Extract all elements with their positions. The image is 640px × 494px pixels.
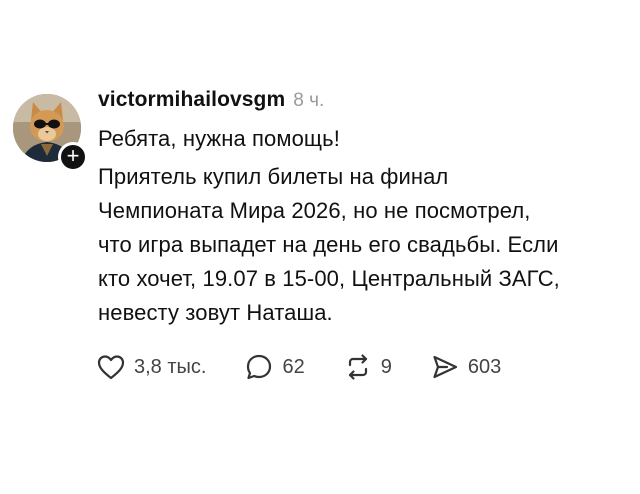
follow-plus-button[interactable]: + bbox=[58, 142, 88, 172]
like-count: 3,8 тыс. bbox=[134, 355, 207, 378]
share-count: 603 bbox=[467, 355, 502, 378]
post: victormihailovsgm 8 ч. Ребята, нужна пом… bbox=[98, 88, 628, 330]
post-timestamp: 8 ч. bbox=[293, 90, 325, 111]
repost-icon bbox=[348, 354, 367, 380]
post-text-line: Приятель купил билеты на финал bbox=[98, 164, 449, 189]
share-send-icon bbox=[433, 355, 457, 379]
heart-icon bbox=[97, 355, 125, 380]
post-text-line: Ребята, нужна помощь! bbox=[98, 126, 340, 151]
post-header: victormihailovsgm 8 ч. bbox=[98, 88, 628, 122]
username-link[interactable]: victormihailovsgm bbox=[98, 88, 285, 112]
plus-icon: + bbox=[66, 143, 80, 168]
post-text-line: Чемпионата Мира 2026, но не посмотрел, bbox=[98, 198, 531, 223]
comment-bubble-icon bbox=[247, 354, 272, 380]
post-text-line: кто хочет, 19.07 в 15-00, Центральный ЗА… bbox=[98, 266, 560, 291]
post-text-line: что игра выпадет на день его свадьбы. Ес… bbox=[98, 232, 559, 257]
share-button[interactable]: 603 bbox=[430, 352, 501, 382]
comment-button[interactable]: 62 bbox=[244, 352, 305, 382]
post-text-line: невесту зовут Наташа. bbox=[98, 300, 333, 325]
post-text: Ребята, нужна помощь! Приятель купил бил… bbox=[98, 122, 628, 330]
post-actions: 3,8 тыс. 62 9 603 bbox=[96, 352, 539, 382]
like-button[interactable]: 3,8 тыс. bbox=[96, 352, 206, 382]
repost-count: 9 bbox=[380, 355, 392, 378]
repost-button[interactable]: 9 bbox=[343, 352, 392, 382]
comment-count: 62 bbox=[282, 355, 305, 378]
